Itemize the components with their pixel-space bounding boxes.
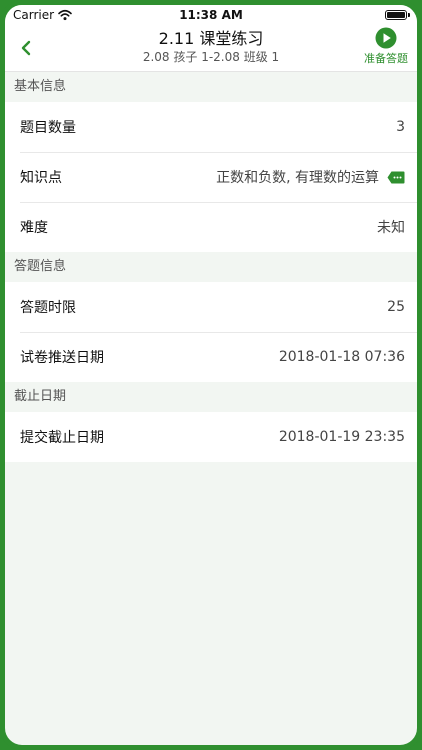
back-button[interactable] [13,35,39,61]
page-title: 2.11 课堂练习 [158,29,264,48]
section-header-answer-info: 答题信息 [5,252,417,282]
navigation-bar: 2.11 课堂练习 2.08 孩子 1-2.08 班级 1 准备答题 [5,25,417,72]
battery-icon [385,10,410,20]
chevron-left-icon [21,40,31,56]
start-answering-label: 准备答题 [364,52,408,65]
row-label: 答题时限 [20,300,76,316]
tag-icon[interactable] [387,171,405,184]
row-time-limit: 答题时限 25 [5,282,417,332]
question-count-value: 3 [396,119,405,135]
submit-deadline-value: 2018-01-19 23:35 [278,429,405,445]
status-time: 11:38 AM [179,8,243,22]
row-label: 提交截止日期 [20,430,104,446]
row-submit-deadline: 提交截止日期 2018-01-19 23:35 [5,412,417,462]
row-value: 25 [387,299,405,315]
knowledge-points-value: 正数和负数, 有理数的运算 [216,170,379,186]
row-label: 知识点 [20,170,62,186]
status-bar: Carrier 11:38 AM [5,5,417,25]
row-push-date: 试卷推送日期 2018-01-18 07:36 [5,332,417,382]
play-circle-icon [375,27,397,49]
row-difficulty: 难度 未知 [5,202,417,252]
row-label: 题目数量 [20,120,76,136]
section-header-basic-info: 基本信息 [5,72,417,102]
row-value: 正数和负数, 有理数的运算 [216,167,405,187]
row-value: 未知 [377,217,405,237]
row-value: 2018-01-19 23:35 [279,429,405,445]
row-value: 2018-01-18 07:36 [279,349,405,365]
push-date-value: 2018-01-18 07:36 [278,349,405,365]
row-question-count: 题目数量 3 [5,102,417,152]
row-value: 3 [396,119,405,135]
start-answering-button[interactable]: 准备答题 [361,27,411,67]
row-knowledge-points[interactable]: 知识点 正数和负数, 有理数的运算 [5,152,417,202]
app-screen: Carrier 11:38 AM 2.11 课堂练习 2.08 孩子 1-2.0… [0,0,422,750]
row-label: 试卷推送日期 [20,350,104,366]
page-subtitle: 2.08 孩子 1-2.08 班级 1 [142,50,280,64]
time-limit-value: 25 [387,299,405,315]
section-header-deadline: 截止日期 [5,382,417,412]
title-block: 2.11 课堂练习 2.08 孩子 1-2.08 班级 1 [65,29,357,65]
difficulty-value: 未知 [377,220,405,236]
row-label: 难度 [20,220,48,236]
